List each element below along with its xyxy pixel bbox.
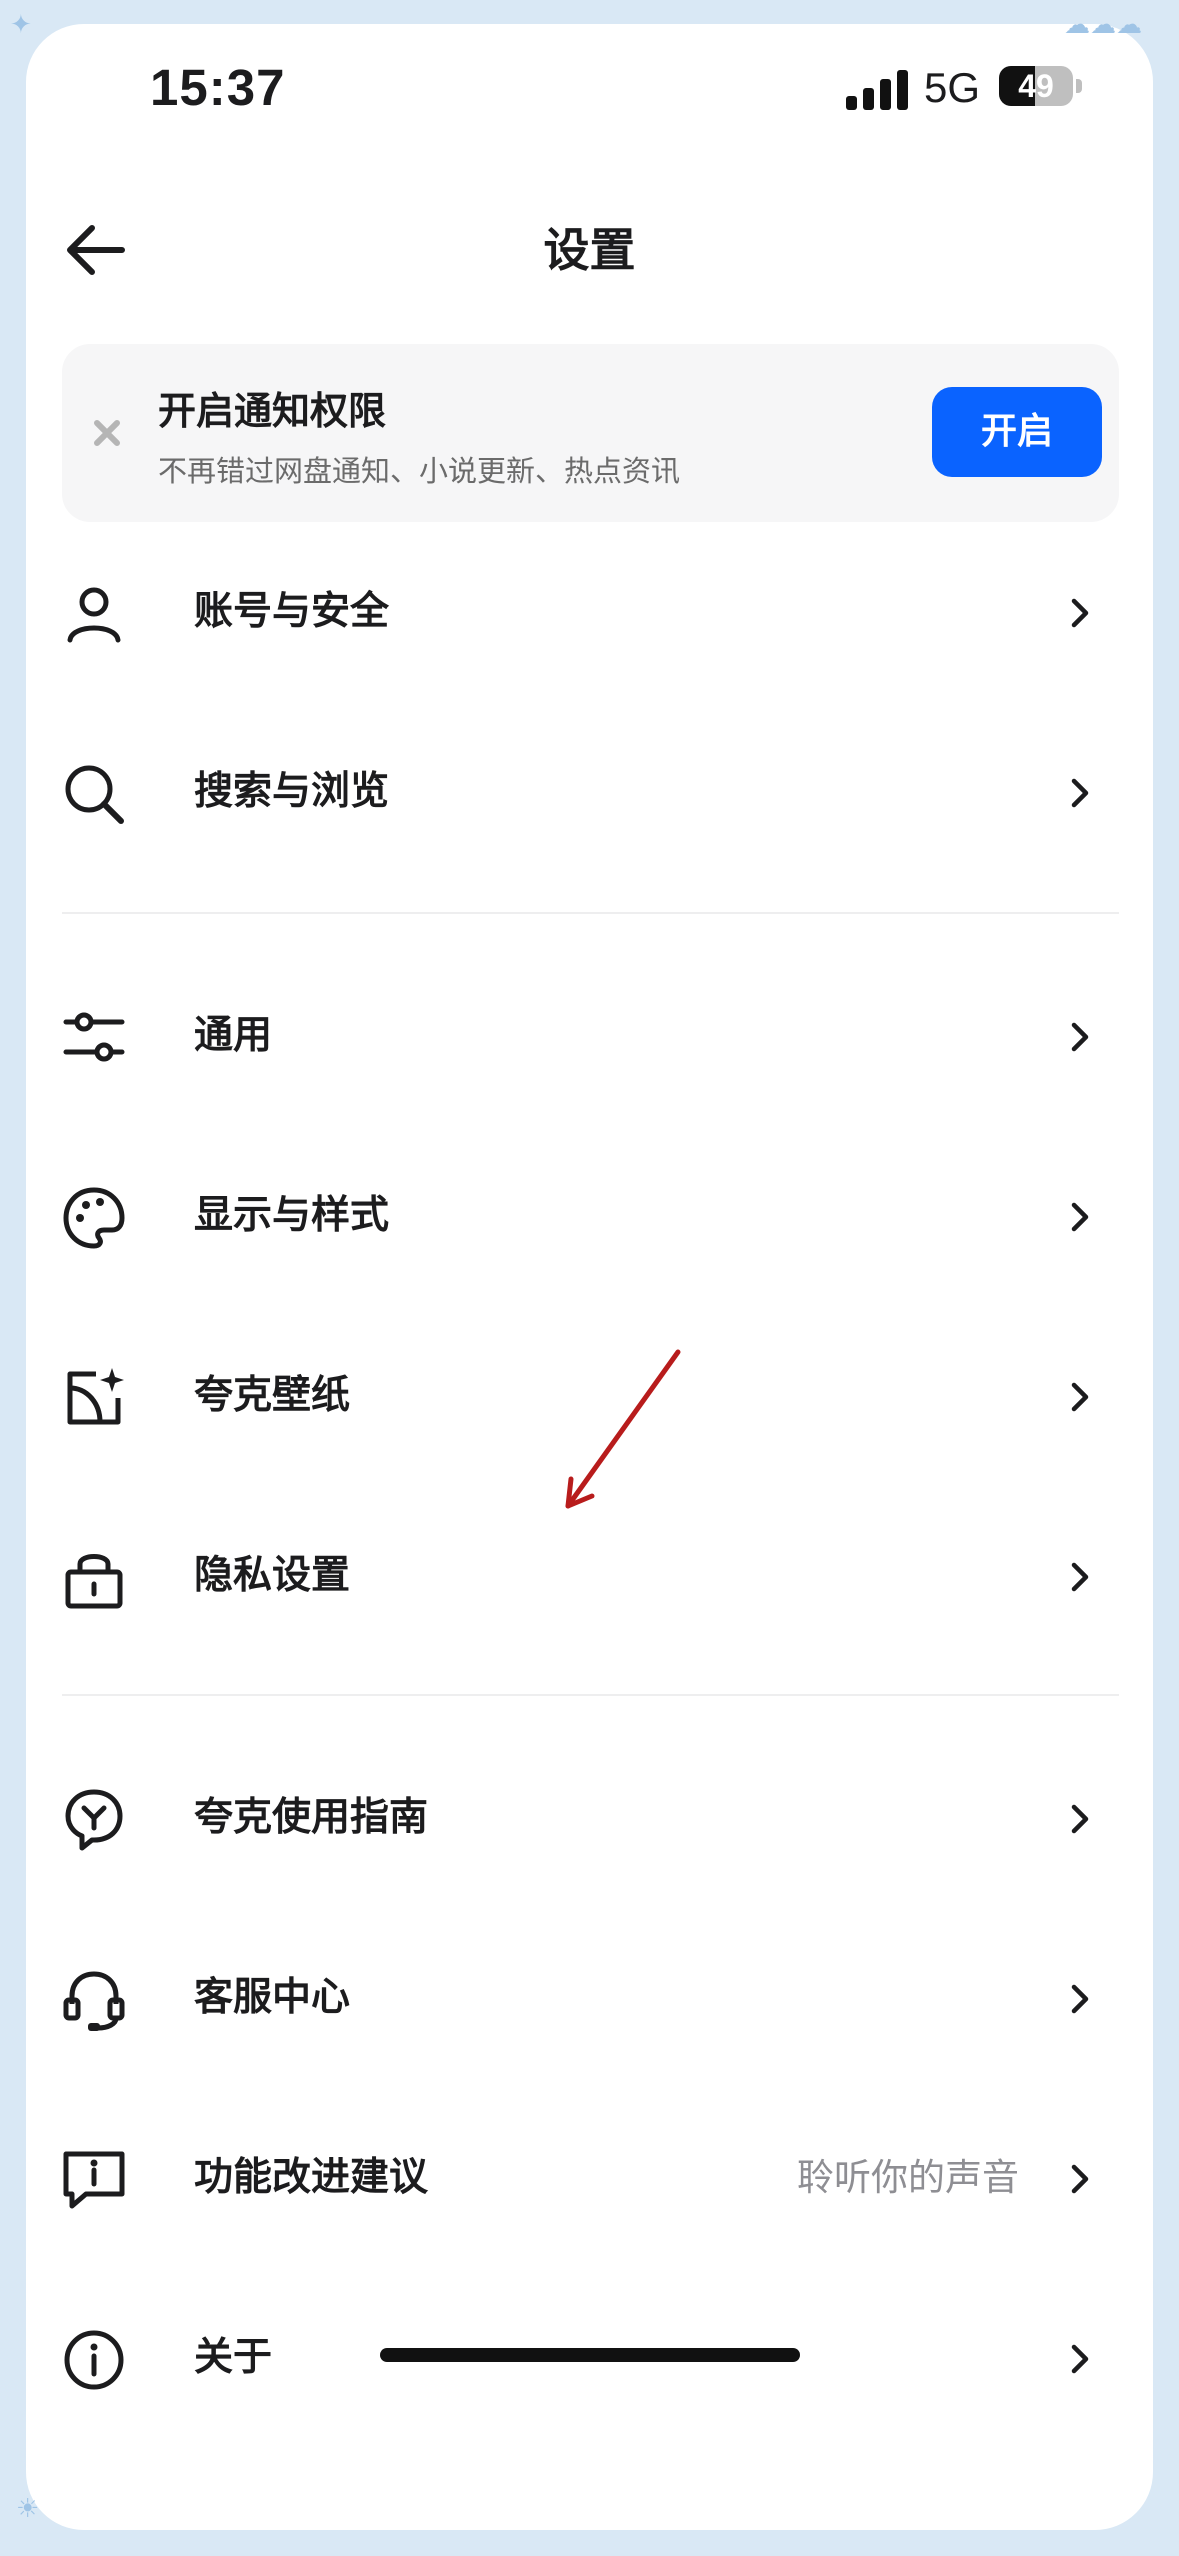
- phone-screen: 15:37 5G 49 设置 开启通知权限 不再错过网盘通知、小说更新、热点资讯…: [26, 24, 1153, 2530]
- sparkle-decoration-icon: ✦: [10, 10, 32, 40]
- annotation-arrow: [565, 1349, 681, 1509]
- cloud-decoration-icon: ☁☁☁: [1064, 10, 1142, 40]
- home-indicator[interactable]: [380, 2348, 800, 2362]
- sun-decoration-icon: ☀: [16, 2494, 40, 2524]
